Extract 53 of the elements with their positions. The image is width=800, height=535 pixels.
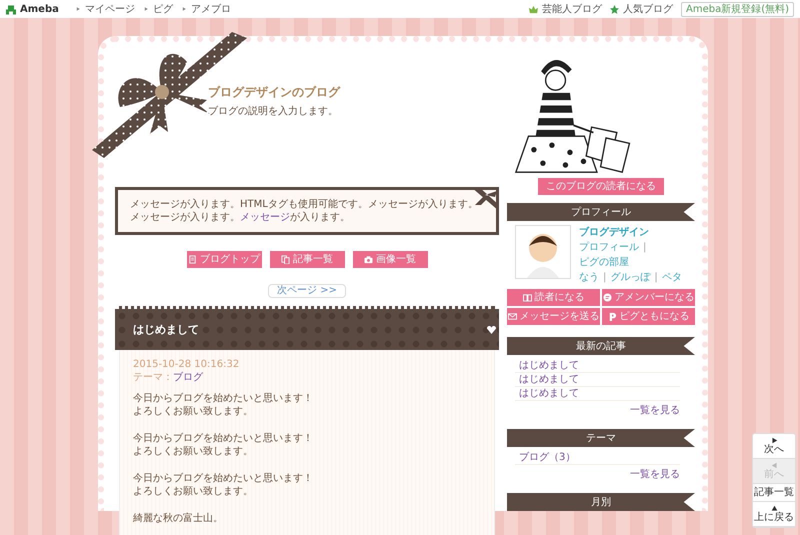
nav-link[interactable]: マイページ bbox=[84, 2, 135, 16]
section-heading: 最新の記事 bbox=[507, 337, 695, 355]
logo[interactable]: Ameba bbox=[6, 2, 59, 16]
nav-link[interactable]: ピグ bbox=[152, 2, 173, 16]
book-icon bbox=[522, 293, 532, 302]
ameba-logo-icon bbox=[6, 4, 16, 14]
entry-paragraph: 綺麗な秋の富士山。 bbox=[133, 512, 224, 525]
header-link[interactable]: 人気ブログ bbox=[622, 2, 673, 16]
mail-icon bbox=[508, 312, 516, 321]
signup-button[interactable]: Ameba新規登録(無料) bbox=[680, 2, 794, 16]
heart-icon bbox=[487, 326, 496, 334]
header-link[interactable]: 芸能人ブログ bbox=[542, 2, 602, 16]
side-nav-button[interactable]: 記事一覧 bbox=[753, 484, 795, 502]
letter-p-icon bbox=[608, 312, 616, 321]
see-all-link[interactable]: 一覧を見る bbox=[515, 468, 680, 481]
sidebar-link[interactable]: はじめまして bbox=[515, 373, 680, 387]
chat-icon bbox=[602, 293, 612, 302]
entry-paragraph: 今日からブログを始めたいと思います！ よろしくお願い致します。 bbox=[133, 392, 314, 418]
up-triangle-icon bbox=[770, 505, 778, 512]
triangle-icon bbox=[180, 6, 187, 12]
section-heading: テーマ bbox=[507, 429, 695, 447]
nav-link[interactable]: アメブロ bbox=[190, 2, 231, 16]
blog-description: ブログの説明を入力します。 bbox=[208, 104, 339, 120]
entry-paragraph: 今日からブログを始めたいと思います！ よろしくお願い致します。 bbox=[133, 432, 314, 458]
left-triangle-icon bbox=[770, 462, 778, 469]
section-heading: 月別 bbox=[507, 493, 695, 511]
entry-title[interactable]: はじめまして bbox=[133, 322, 199, 336]
entry-paragraph: 今日からブログを始めたいと思います！ よろしくお願い致します。 bbox=[133, 472, 314, 498]
camera-icon bbox=[364, 255, 373, 264]
theme-link[interactable]: ブログ bbox=[173, 372, 203, 383]
star-icon bbox=[610, 4, 619, 14]
see-all-link[interactable]: 一覧を見る bbox=[515, 404, 680, 417]
blog-title[interactable]: ブログデザインのブログ bbox=[208, 85, 499, 100]
link-separator: | bbox=[643, 242, 646, 253]
entry-datetime: 2015-10-28 10:16:32 bbox=[133, 358, 240, 371]
crown-icon bbox=[528, 4, 538, 14]
avatar[interactable] bbox=[515, 225, 571, 279]
message-link[interactable]: メッセージ bbox=[240, 212, 290, 223]
next-page-button[interactable]: 次ページ >> bbox=[268, 284, 346, 298]
sidebar-link[interactable]: はじめまして bbox=[515, 387, 680, 401]
triangle-icon bbox=[74, 6, 81, 12]
right-triangle-icon bbox=[770, 437, 778, 444]
link-separator: | bbox=[654, 272, 658, 283]
sidebar-link[interactable]: ブログ（3） bbox=[515, 451, 680, 465]
page-icon bbox=[188, 255, 197, 264]
triangle-icon bbox=[142, 6, 149, 12]
logo-text[interactable]: Ameba bbox=[20, 2, 59, 16]
pages-icon bbox=[281, 255, 290, 264]
link-separator: | bbox=[603, 272, 606, 283]
entry-theme: テーマ：ブログ bbox=[133, 371, 204, 384]
side-nav-button[interactable]: 上に戻る bbox=[753, 502, 795, 527]
sidebar-link[interactable]: はじめまして bbox=[515, 359, 680, 373]
section-heading: プロフィール bbox=[507, 203, 695, 221]
